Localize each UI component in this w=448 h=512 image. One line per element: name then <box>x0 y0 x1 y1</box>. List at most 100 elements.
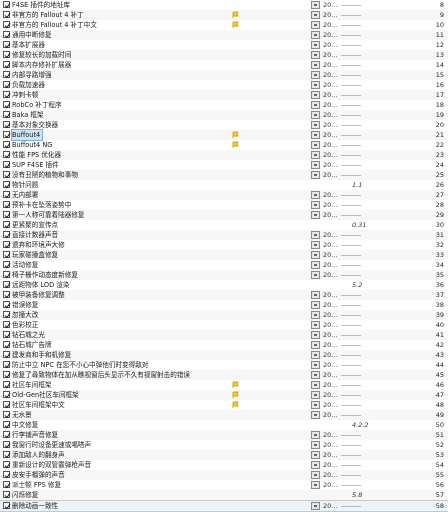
mod-row[interactable]: 椅子栅作动态度新修复 20... 35 <box>0 270 448 280</box>
enable-checkbox[interactable] <box>3 411 11 419</box>
enable-checkbox[interactable] <box>3 221 11 229</box>
mod-row[interactable]: 更紧聚的宣传点 0.31 30 <box>0 220 448 230</box>
mod-row[interactable]: 修复较长的加载时间 20... 13 <box>0 50 448 60</box>
mod-row[interactable]: 负载加速器 20... 16 <box>0 80 448 90</box>
mod-row[interactable]: 物针问题 1.1 26 <box>0 180 448 190</box>
enable-checkbox[interactable] <box>3 502 11 510</box>
enable-checkbox[interactable] <box>3 341 11 349</box>
mod-row[interactable]: 添加敌人的翻身声 20... 53 <box>0 450 448 460</box>
enable-checkbox[interactable] <box>3 251 11 259</box>
mod-row[interactable]: 被甲装备修复调整 20... 37 <box>0 290 448 300</box>
enable-checkbox[interactable] <box>3 81 11 89</box>
enable-checkbox[interactable] <box>3 21 11 29</box>
mod-row[interactable]: 删除动画一致性 20... 58 <box>0 500 448 512</box>
enable-checkbox[interactable] <box>3 131 11 139</box>
mod-row[interactable]: 钻石城广告牌 20... 42 <box>0 340 448 350</box>
mod-row[interactable]: RobCo 补丁程序 20... 18 <box>0 100 448 110</box>
enable-checkbox[interactable] <box>3 31 11 39</box>
enable-checkbox[interactable] <box>3 91 11 99</box>
mod-row[interactable]: 修复了尋致物体在加从瞧视窗后头显示不久有视窗射击的错误 20... 45 <box>0 370 448 380</box>
enable-checkbox[interactable] <box>3 361 11 369</box>
mod-row[interactable]: Baka 框架 20... 19 <box>0 110 448 120</box>
mod-row[interactable]: 通用中断修复 20... 11 <box>0 30 448 40</box>
enable-checkbox[interactable] <box>3 261 11 269</box>
enable-checkbox[interactable] <box>3 281 11 289</box>
enable-checkbox[interactable] <box>3 41 11 49</box>
mod-row[interactable]: 非官方的 Fallout 4 补丁 20... 9 <box>0 10 448 20</box>
mod-row[interactable]: 建发商和手和机修复 20... 43 <box>0 350 448 360</box>
mod-row[interactable]: 闪烁修复 5.8 57 <box>0 490 448 500</box>
enable-checkbox[interactable] <box>3 201 11 209</box>
mod-row[interactable]: 玩家碰撞盒修复 20... 33 <box>0 250 448 260</box>
enable-checkbox[interactable] <box>3 441 11 449</box>
mod-row[interactable]: 活动修复 20... 34 <box>0 260 448 270</box>
mod-row[interactable]: 派士顿 FPS 修复 20... 56 <box>0 480 448 490</box>
enable-checkbox[interactable] <box>3 481 11 489</box>
enable-checkbox[interactable] <box>3 11 11 19</box>
enable-checkbox[interactable] <box>3 461 11 469</box>
mod-row[interactable]: 预补卡在坠落姿势中 20... 28 <box>0 200 448 210</box>
enable-checkbox[interactable] <box>3 181 11 189</box>
mod-row[interactable]: 第一人称可靠着陆器修复 20... 29 <box>0 210 448 220</box>
mod-row[interactable]: 钻石城之光 20... 41 <box>0 330 448 340</box>
enable-checkbox[interactable] <box>3 71 11 79</box>
enable-checkbox[interactable] <box>3 351 11 359</box>
mod-row[interactable]: 重新设计的双管霰弹枪声音 20... 54 <box>0 460 448 470</box>
mod-row[interactable]: 防止中立 NPC 在您不小心中弹他们时变得敌对 20... 44 <box>0 360 448 370</box>
enable-checkbox[interactable] <box>3 271 11 279</box>
enable-checkbox[interactable] <box>3 191 11 199</box>
mod-row[interactable]: 中文修复 4.2.2 50 <box>0 420 448 430</box>
mod-row[interactable]: 性能 FPS 优化器 20... 23 <box>0 150 448 160</box>
mod-row[interactable]: SUP F4SE 插件 20... 24 <box>0 160 448 170</box>
mod-row[interactable]: 无内部署 20... 27 <box>0 190 448 200</box>
mod-row[interactable]: 错误修复 20... 38 <box>0 300 448 310</box>
enable-checkbox[interactable] <box>3 161 11 169</box>
enable-checkbox[interactable] <box>3 311 11 319</box>
mod-row[interactable]: 基本对象交换器 20... 20 <box>0 120 448 130</box>
mod-row[interactable]: 遗弃和环境声大修 20... 32 <box>0 240 448 250</box>
enable-checkbox[interactable] <box>3 151 11 159</box>
enable-checkbox[interactable] <box>3 111 11 119</box>
mod-row[interactable]: 忽撞大改 20... 39 <box>0 310 448 320</box>
mod-row[interactable]: Buffout4 NG 20... 22 <box>0 140 448 150</box>
mod-row[interactable]: Old-Gen社区车间框架 20... 47 <box>0 390 448 400</box>
mod-row[interactable]: 我窗行时设备更速或噶嗒声 20... 52 <box>0 440 448 450</box>
mod-row[interactable]: 基本扩展器 20... 12 <box>0 40 448 50</box>
enable-checkbox[interactable] <box>3 241 11 249</box>
enable-checkbox[interactable] <box>3 291 11 299</box>
enable-checkbox[interactable] <box>3 491 11 499</box>
enable-checkbox[interactable] <box>3 101 11 109</box>
enable-checkbox[interactable] <box>3 51 11 59</box>
mod-row[interactable]: 冲刺卡顿 20... 17 <box>0 90 448 100</box>
enable-checkbox[interactable] <box>3 301 11 309</box>
mod-row[interactable]: 无水景 20... 49 <box>0 410 448 420</box>
enable-checkbox[interactable] <box>3 61 11 69</box>
mod-row[interactable]: 社区车间框架 20... 46 <box>0 380 448 390</box>
enable-checkbox[interactable] <box>3 431 11 439</box>
enable-checkbox[interactable] <box>3 321 11 329</box>
mod-row[interactable]: 社区车间框架中文 20... 48 <box>0 400 448 410</box>
enable-checkbox[interactable] <box>3 391 11 399</box>
enable-checkbox[interactable] <box>3 381 11 389</box>
mod-row[interactable]: 远距物体 LOD 渲染 5.2 36 <box>0 280 448 290</box>
enable-checkbox[interactable] <box>3 331 11 339</box>
enable-checkbox[interactable] <box>3 471 11 479</box>
enable-checkbox[interactable] <box>3 141 11 149</box>
enable-checkbox[interactable] <box>3 211 11 219</box>
enable-checkbox[interactable] <box>3 451 11 459</box>
mod-row[interactable]: 脚本内存修补扩展器 20... 14 <box>0 60 448 70</box>
mod-row[interactable]: 非官方的 Fallout 4 补丁中文 20... 10 <box>0 20 448 30</box>
enable-checkbox[interactable] <box>3 371 11 379</box>
mod-row[interactable]: F4SE 插件的地址库 20... 8 <box>0 0 448 10</box>
mod-row[interactable]: Buffout4 20... 21 <box>0 129 448 141</box>
enable-checkbox[interactable] <box>3 121 11 129</box>
mod-row[interactable]: 皮安手榴弹的声音 20... 55 <box>0 470 448 480</box>
mod-row[interactable]: 内部寻路增强 20... 15 <box>0 70 448 80</box>
enable-checkbox[interactable] <box>3 401 11 409</box>
mod-row[interactable]: 行李铺声音修复 20... 51 <box>0 430 448 440</box>
mod-row[interactable]: 色彩校正 20... 40 <box>0 320 448 330</box>
mod-row[interactable]: 没有丑陋的植物和事物 20... 25 <box>0 170 448 180</box>
enable-checkbox[interactable] <box>3 421 11 429</box>
enable-checkbox[interactable] <box>3 171 11 179</box>
mod-row[interactable]: 直接计数器声音 20... 31 <box>0 230 448 240</box>
